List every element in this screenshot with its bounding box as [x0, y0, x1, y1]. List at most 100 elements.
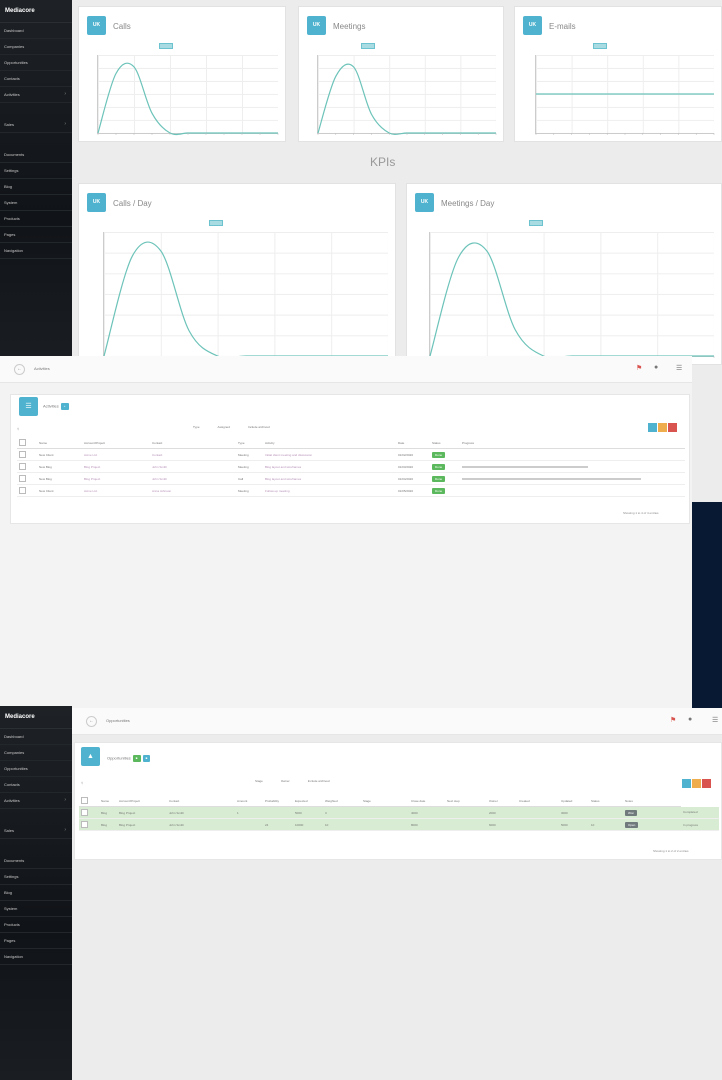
opportunities-filters[interactable]: Stage Owner Include archived — [255, 779, 348, 783]
cell-account[interactable]: Acme Ltd. — [82, 484, 150, 497]
column-header[interactable]: Stage — [361, 795, 409, 807]
sidebar-item[interactable]: System — [0, 901, 72, 917]
column-header[interactable]: Weighted — [323, 795, 361, 807]
chart-legend[interactable] — [159, 43, 175, 49]
sidebar-item[interactable]: Pages — [0, 227, 72, 243]
sidebar-item[interactable]: Pages — [0, 933, 72, 949]
notification-icon[interactable]: ⚑ — [636, 364, 642, 372]
row-checkbox-cell[interactable] — [17, 460, 37, 473]
sidebar-item[interactable]: Companies — [0, 745, 72, 761]
column-header[interactable]: Date — [396, 437, 430, 449]
column-header[interactable]: Updated — [559, 795, 589, 807]
filter-dropdown[interactable]: Owner — [281, 779, 290, 783]
cell-account[interactable]: Blog Project — [82, 460, 150, 473]
filter-dropdown[interactable]: Stage — [255, 779, 263, 783]
cell-contact[interactable]: Contact — [150, 448, 236, 461]
row-checkbox[interactable] — [19, 486, 26, 494]
filter-dropdown[interactable]: Include archived — [308, 779, 330, 783]
sidebar-item[interactable]: Documents — [0, 853, 72, 869]
sidebar-item[interactable]: Products — [0, 917, 72, 933]
table-row[interactable]: New Client Acme Ltd. Anna Johnson Meeting Fo… — [17, 484, 685, 497]
row-checkbox-cell[interactable] — [79, 818, 99, 831]
cell-contact[interactable]: John Smith — [150, 472, 236, 485]
column-header[interactable]: Amount — [235, 795, 263, 807]
sidebar-item[interactable]: Companies — [0, 39, 72, 55]
column-header[interactable]: Contact — [150, 437, 236, 449]
table-row[interactable]: Blog Blog Project John Smith 1 5000 3 4000 2000… — [79, 806, 719, 819]
column-header[interactable]: Close date — [409, 795, 445, 807]
sidebar-item[interactable]: Blog — [0, 885, 72, 901]
column-header[interactable]: Expected — [293, 795, 323, 807]
sidebar-item[interactable]: Settings — [0, 869, 72, 885]
column-header[interactable]: Account/Project — [117, 795, 167, 807]
table-row[interactable]: New Client Acme Ltd. Contact Meeting Initial… — [17, 448, 685, 461]
export-copy-button[interactable] — [682, 779, 691, 788]
import-opportunity-button[interactable]: ■ — [142, 755, 151, 762]
cell-activity[interactable]: Initial client meeting and discussion — [263, 448, 396, 461]
column-header[interactable]: Type — [236, 437, 263, 449]
sidebar-item[interactable]: Contacts — [0, 777, 72, 793]
chart-legend[interactable] — [529, 220, 545, 226]
export-buttons[interactable] — [681, 779, 711, 788]
select-all-checkbox[interactable] — [81, 796, 88, 804]
column-header[interactable]: Name — [37, 437, 82, 449]
chart-legend[interactable] — [209, 220, 225, 226]
row-checkbox[interactable] — [19, 462, 26, 470]
menu-icon[interactable]: ☰ — [712, 716, 718, 724]
column-header[interactable]: Contact — [167, 795, 235, 807]
activities-filters[interactable]: Type Assigned Include archived — [193, 425, 288, 429]
sidebar-item[interactable]: Settings — [0, 163, 72, 179]
column-header[interactable] — [79, 795, 99, 807]
row-checkbox-cell[interactable] — [17, 448, 37, 461]
table-row[interactable]: New Blog Blog Project John Smith Call Blog l… — [17, 472, 685, 485]
column-header[interactable]: Account/Project — [82, 437, 150, 449]
export-copy-button[interactable] — [648, 423, 657, 432]
table-row[interactable]: New Blog Blog Project John Smith Meeting Blo… — [17, 460, 685, 473]
chart-legend[interactable] — [361, 43, 377, 49]
sidebar-item[interactable]: Documents — [0, 147, 72, 163]
filter-dropdown[interactable]: Assigned — [218, 425, 230, 429]
search-input[interactable]: ⚲ — [17, 427, 19, 431]
user-icon[interactable]: ● — [688, 716, 692, 723]
sidebar-item[interactable]: Products — [0, 211, 72, 227]
table-row[interactable]: Blog Blog Project John Smith 24 10000 10 8000 6… — [79, 818, 719, 831]
sidebar-item[interactable]: Blog — [0, 179, 72, 195]
column-header[interactable]: Probability — [263, 795, 293, 807]
filter-dropdown[interactable]: Include archived — [248, 425, 270, 429]
sidebar-item[interactable]: Activities › — [0, 87, 72, 103]
column-header[interactable] — [17, 437, 37, 449]
notification-icon[interactable]: ⚑ — [670, 716, 676, 724]
column-header[interactable]: Created — [517, 795, 559, 807]
column-header[interactable]: Notes — [623, 795, 681, 807]
row-checkbox[interactable] — [19, 474, 26, 482]
back-button[interactable]: ← — [86, 716, 97, 727]
row-checkbox-cell[interactable] — [17, 472, 37, 485]
export-pdf-button[interactable] — [702, 779, 711, 788]
export-buttons[interactable] — [647, 423, 677, 432]
cell-activity[interactable]: Follow-up meeting — [263, 484, 396, 497]
sidebar-item[interactable]: Navigation — [0, 243, 72, 259]
chart-legend[interactable] — [593, 43, 609, 49]
sidebar-item[interactable]: Contacts — [0, 71, 72, 87]
add-activity-button[interactable]: + — [60, 403, 69, 410]
menu-icon[interactable]: ☰ — [676, 364, 682, 372]
cell-activity[interactable]: Blog layout and wireframes — [263, 460, 396, 473]
filter-dropdown[interactable]: Type — [193, 425, 200, 429]
back-button[interactable]: ← — [14, 364, 25, 375]
column-header[interactable]: Name — [99, 795, 117, 807]
cell-account[interactable]: Blog Project — [82, 472, 150, 485]
column-header[interactable]: Owner — [487, 795, 517, 807]
cell-contact[interactable]: Anna Johnson — [150, 484, 236, 497]
sidebar-item[interactable]: Opportunities — [0, 761, 72, 777]
add-opportunity-button[interactable]: ■ — [132, 755, 141, 762]
select-all-checkbox[interactable] — [19, 438, 26, 446]
row-checkbox[interactable] — [19, 450, 26, 458]
column-header[interactable]: Status — [430, 437, 460, 449]
row-checkbox-cell[interactable] — [79, 806, 99, 819]
column-header[interactable]: Next step — [445, 795, 487, 807]
cell-account[interactable]: Acme Ltd. — [82, 448, 150, 461]
export-pdf-button[interactable] — [668, 423, 677, 432]
row-checkbox[interactable] — [81, 820, 88, 828]
search-input[interactable]: ⚲ — [81, 781, 83, 785]
sidebar-item[interactable]: Sales › — [0, 823, 72, 839]
